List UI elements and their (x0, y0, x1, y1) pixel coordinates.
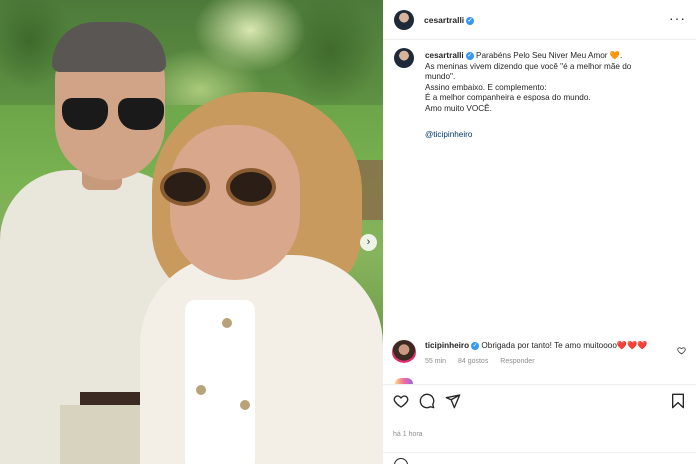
post-header: cesartralli ✓ ··· (383, 0, 696, 40)
jacket-button (222, 318, 232, 328)
jacket-button (240, 400, 250, 410)
bookmark-icon[interactable] (670, 393, 686, 409)
comment-item: ticipinheiro ✓ Obrigada por tanto! Te amo… (383, 336, 696, 376)
post-caption: cesartralli ✓ Parabéns Pelo Seu Niver Meu… (425, 51, 685, 115)
post-timestamp: há 1 hora (393, 431, 423, 438)
caption-line: Amo muito VOCÊ. (425, 103, 492, 113)
verified-badge-icon: ✓ (466, 16, 475, 25)
woman-top (185, 300, 255, 464)
man-sunglasses (62, 98, 164, 132)
commenter-avatar[interactable] (392, 340, 416, 364)
verified-badge-icon: ✓ (471, 341, 480, 350)
post-photo[interactable]: › (0, 0, 383, 464)
caption-line: Parabéns Pelo Seu Niver Meu Amor (475, 51, 608, 60)
share-icon[interactable] (445, 393, 461, 409)
commenter-username[interactable]: ticipinheiro (425, 341, 469, 350)
man-hair (52, 22, 166, 72)
comment-icon[interactable] (419, 393, 435, 409)
comment-body: Obrigada por tanto! Te amo muitoooo (481, 341, 617, 350)
caption-period: . (620, 51, 623, 60)
post-sidebar: cesartralli ✓ ··· cesartralli ✓ Parabéns P… (383, 0, 696, 464)
caption-author[interactable]: cesartralli (425, 51, 464, 60)
comment-text: ticipinheiro ✓ Obrigada por tanto! Te amo… (425, 341, 647, 351)
comment-hearts: ❤️❤️❤️ (616, 341, 648, 350)
author-username[interactable]: cesartralli ✓ (424, 15, 475, 25)
caption-line: É a melhor companheira e esposa do mundo… (425, 93, 591, 103)
comment-like-icon[interactable] (677, 346, 686, 357)
more-options-icon[interactable]: ··· (669, 10, 686, 26)
add-comment-bar[interactable] (383, 452, 696, 464)
carousel-next-icon[interactable]: › (360, 234, 377, 251)
comment-meta: 55 min 84 gostos Responder (425, 358, 545, 365)
author-username-text[interactable]: cesartralli (424, 15, 464, 25)
caption-line: As meninas vivem dizendo que você "é a m… (425, 61, 632, 71)
verified-badge-icon: ✓ (465, 51, 474, 60)
author-avatar[interactable] (394, 10, 414, 30)
caption-author-avatar[interactable] (394, 48, 414, 68)
heart-emoji: 🧡 (609, 51, 620, 60)
post-actions (383, 384, 696, 418)
comment-likes[interactable]: 84 gostos (458, 358, 488, 365)
caption-line: mundo". (425, 72, 456, 82)
jacket-button (196, 385, 206, 395)
emoji-icon[interactable] (394, 458, 408, 464)
woman-figure (140, 255, 383, 464)
comment-time: 55 min (425, 358, 447, 365)
caption-line: Assino embaixo. E complemento: (425, 82, 547, 92)
reply-button[interactable]: Responder (500, 358, 534, 365)
mention-link[interactable]: @ticipinheiro (425, 130, 472, 139)
man-pants (60, 405, 150, 464)
heart-icon[interactable] (393, 393, 409, 409)
woman-sunglasses (160, 168, 278, 208)
